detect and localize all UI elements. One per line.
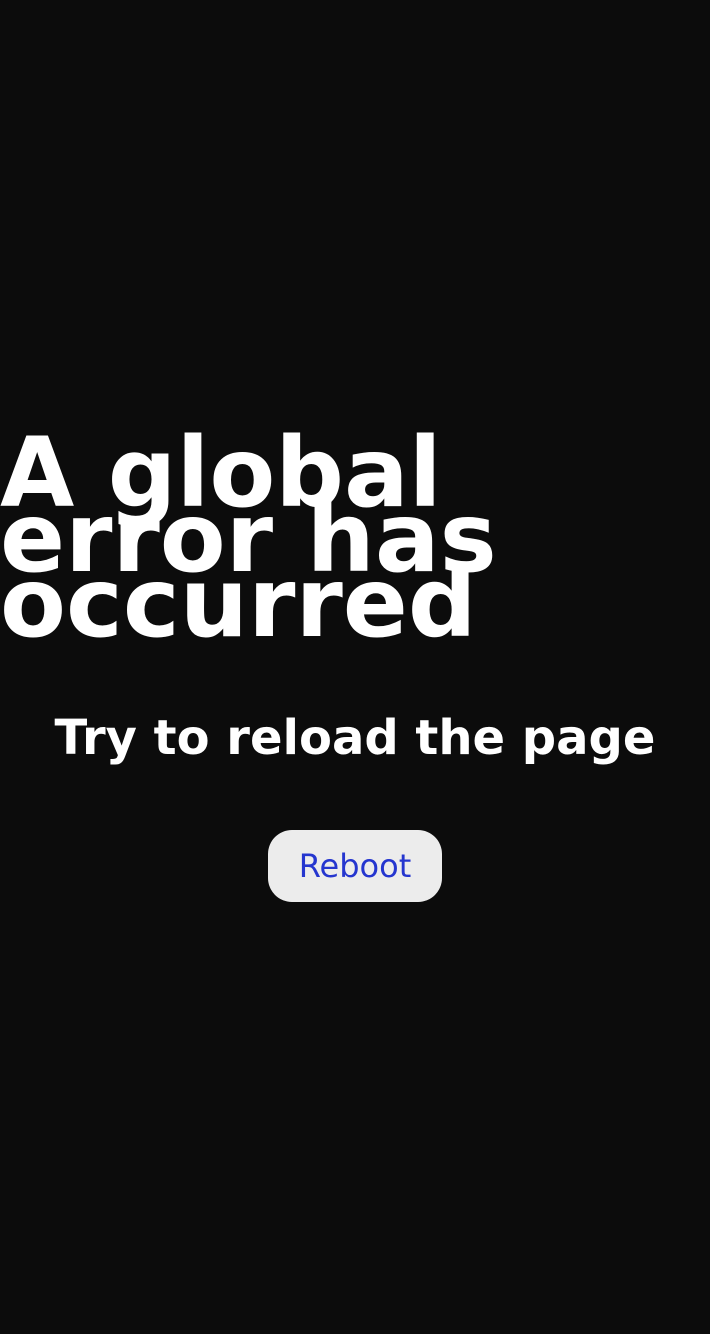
error-title: A global error has occurred bbox=[0, 417, 497, 659]
error-page: A global error has occurred Try to reloa… bbox=[0, 0, 710, 1334]
error-subtitle: Try to reload the page bbox=[54, 710, 656, 766]
reboot-button[interactable]: Reboot bbox=[268, 830, 442, 902]
